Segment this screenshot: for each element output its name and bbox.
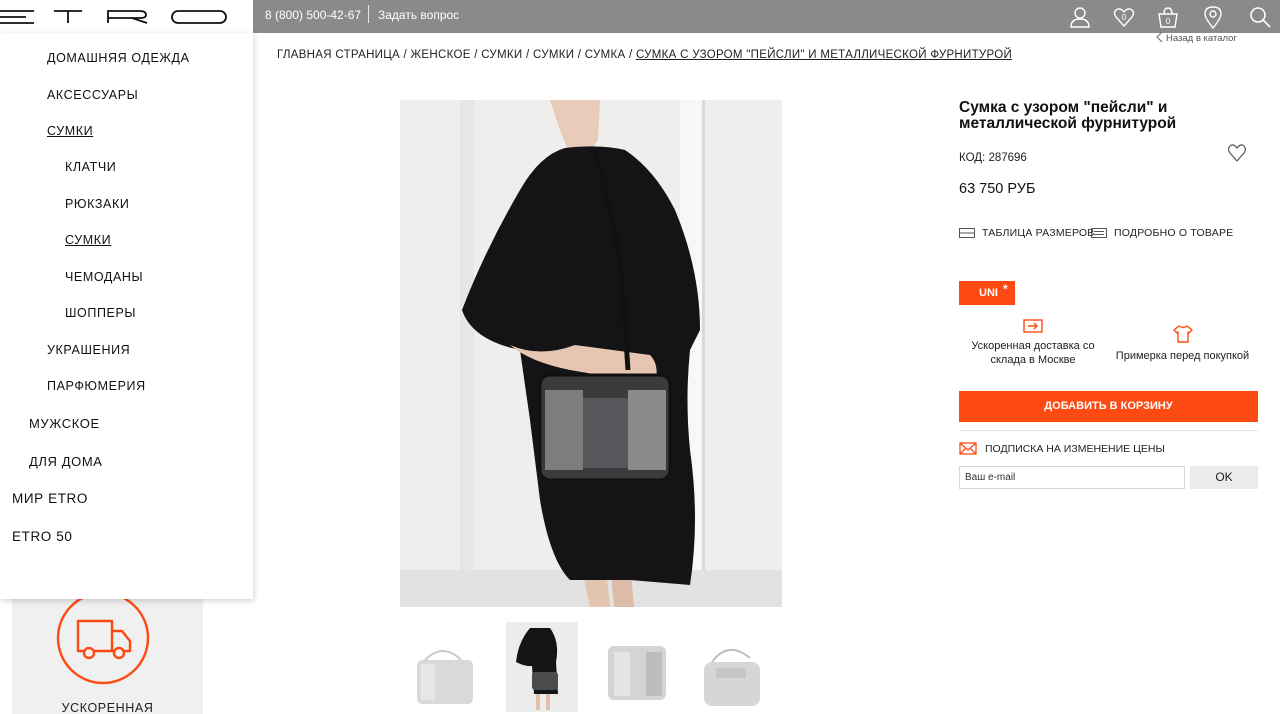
- promo-text: УСКОРЕННАЯ: [61, 701, 154, 714]
- sidebar-item-home[interactable]: Для дома: [29, 454, 103, 469]
- sidebar-item-suitcases[interactable]: Чемоданы: [65, 270, 143, 284]
- breadcrumb-home[interactable]: ГЛАВНАЯ СТРАНИЦА: [277, 49, 400, 61]
- etro-logo[interactable]: [0, 0, 253, 33]
- breadcrumb-women[interactable]: ЖЕНСКОЕ: [411, 49, 471, 61]
- bag-side-thumbnail: [602, 622, 674, 712]
- product-thumbnail[interactable]: [602, 622, 674, 712]
- ask-question-link[interactable]: Задать вопрос: [378, 8, 459, 22]
- phone-number[interactable]: 8 (800) 500-42-67: [265, 8, 361, 22]
- wishlist-count: 0: [1122, 13, 1127, 22]
- delivery-truck-icon: [56, 591, 150, 685]
- sidebar-item-clutches[interactable]: Клатчи: [65, 160, 116, 174]
- cart-count: 0: [1166, 17, 1171, 26]
- bag-back-thumbnail: [698, 622, 770, 712]
- sidebar-item-world-etro[interactable]: Мир ETRO: [12, 491, 88, 506]
- sidebar-item-perfume[interactable]: Парфюмерия: [47, 379, 146, 393]
- ruler-table-icon: [959, 228, 975, 238]
- size-table-label: ТАБЛИЦА РАЗМЕРОВ: [982, 227, 1095, 239]
- sidebar-item-bags-sub[interactable]: Сумки: [65, 233, 111, 247]
- bag-front-thumbnail: [407, 622, 479, 712]
- breadcrumb-separator: /: [400, 49, 411, 61]
- divider: [368, 5, 369, 23]
- delivery-arrow-icon: [1023, 319, 1043, 333]
- user-icon[interactable]: [1068, 5, 1092, 29]
- breadcrumb-bags-sub[interactable]: СУМКИ: [533, 49, 574, 61]
- back-to-catalog-link[interactable]: Назад в каталог: [1155, 31, 1237, 44]
- sidebar-item-etro-50[interactable]: ETRO 50: [12, 529, 72, 544]
- product-thumbnail[interactable]: [407, 622, 479, 712]
- sidebar-item-jewelry[interactable]: Украшения: [47, 343, 130, 357]
- product-details-label: ПОДРОБНО О ТОВАРЕ: [1114, 227, 1234, 239]
- wishlist-heart-icon[interactable]: 0: [1112, 5, 1136, 29]
- size-table-link[interactable]: ТАБЛИЦА РАЗМЕРОВ: [959, 227, 1095, 239]
- price-subscription: ПОДПИСКА НА ИЗМЕНЕНИЕ ЦЕНЫ: [959, 442, 1165, 455]
- product-thumbnail-active[interactable]: [506, 622, 578, 712]
- details-list-icon: [1091, 228, 1107, 238]
- top-bar: 8 (800) 500-42-67 Задать вопрос 0 0: [0, 0, 1280, 33]
- size-asterisk: *: [1003, 282, 1008, 296]
- sidebar-item-men[interactable]: Мужское: [29, 416, 100, 431]
- product-details-link[interactable]: ПОДРОБНО О ТОВАРЕ: [1091, 227, 1233, 239]
- model-thumbnail: [506, 622, 578, 712]
- sidebar-item-shoppers[interactable]: Шопперы: [65, 306, 136, 320]
- product-main-image[interactable]: [400, 100, 782, 607]
- model-with-bag-photo: [400, 100, 782, 607]
- tshirt-icon: [1172, 325, 1193, 343]
- breadcrumb-separator: /: [522, 49, 533, 61]
- cart-basket-icon[interactable]: 0: [1156, 5, 1180, 29]
- logo-lettering: [0, 10, 227, 24]
- try-on-text: Примерка перед покупкой: [1115, 350, 1250, 362]
- sidebar-item-backpacks[interactable]: Рюкзаки: [65, 197, 129, 211]
- try-on-feature: Примерка перед покупкой: [1110, 325, 1255, 363]
- price-subscription-label: ПОДПИСКА НА ИЗМЕНЕНИЕ ЦЕНЫ: [985, 443, 1165, 455]
- express-delivery-feature: Ускоренная доставка со склада в Москве: [965, 319, 1101, 367]
- envelope-icon: [959, 442, 977, 455]
- chevron-left-icon: [1156, 31, 1163, 43]
- location-pin-icon[interactable]: [1201, 5, 1225, 30]
- breadcrumb-separator: /: [470, 49, 482, 61]
- size-option-uni[interactable]: UNI *: [959, 281, 1015, 305]
- product-price: 63 750 РУБ: [959, 181, 1036, 197]
- breadcrumb-separator: /: [574, 49, 585, 61]
- breadcrumb-current[interactable]: СУМКА С УЗОРОМ "ПЕЙСЛИ" И МЕТАЛЛИЧЕСКОЙ …: [636, 49, 1012, 61]
- express-delivery-text: Ускоренная доставка со склада в Москве: [971, 340, 1095, 366]
- breadcrumb-bags[interactable]: СУМКИ: [481, 49, 522, 61]
- sidebar-item-home-wear[interactable]: Домашняя одежда: [47, 51, 190, 65]
- subscribe-ok-button[interactable]: OK: [1190, 466, 1258, 489]
- add-to-wishlist-heart-icon[interactable]: [1227, 143, 1247, 163]
- breadcrumb-bag[interactable]: СУМКА: [585, 49, 626, 61]
- back-to-catalog-label: Назад в каталог: [1166, 33, 1237, 44]
- breadcrumb: ГЛАВНАЯ СТРАНИЦА / ЖЕНСКОЕ / СУМКИ / СУМ…: [277, 49, 1012, 61]
- product-title: Сумка с узором "пейсли" и металлической …: [959, 99, 1177, 132]
- category-sidebar: Домашняя одежда Аксессуары Сумки Клатчи …: [0, 33, 253, 599]
- divider: [959, 430, 1258, 431]
- product-thumbnail[interactable]: [698, 622, 770, 712]
- sidebar-item-accessories[interactable]: Аксессуары: [47, 88, 138, 102]
- breadcrumb-separator: /: [625, 49, 636, 61]
- sidebar-item-bags[interactable]: Сумки: [47, 124, 93, 138]
- add-to-cart-button[interactable]: ДОБАВИТЬ В КОРЗИНУ: [959, 391, 1258, 422]
- search-icon[interactable]: [1248, 5, 1272, 29]
- email-field[interactable]: [959, 466, 1185, 489]
- product-code: КОД: 287696: [959, 152, 1027, 164]
- size-label: UNI: [979, 287, 998, 299]
